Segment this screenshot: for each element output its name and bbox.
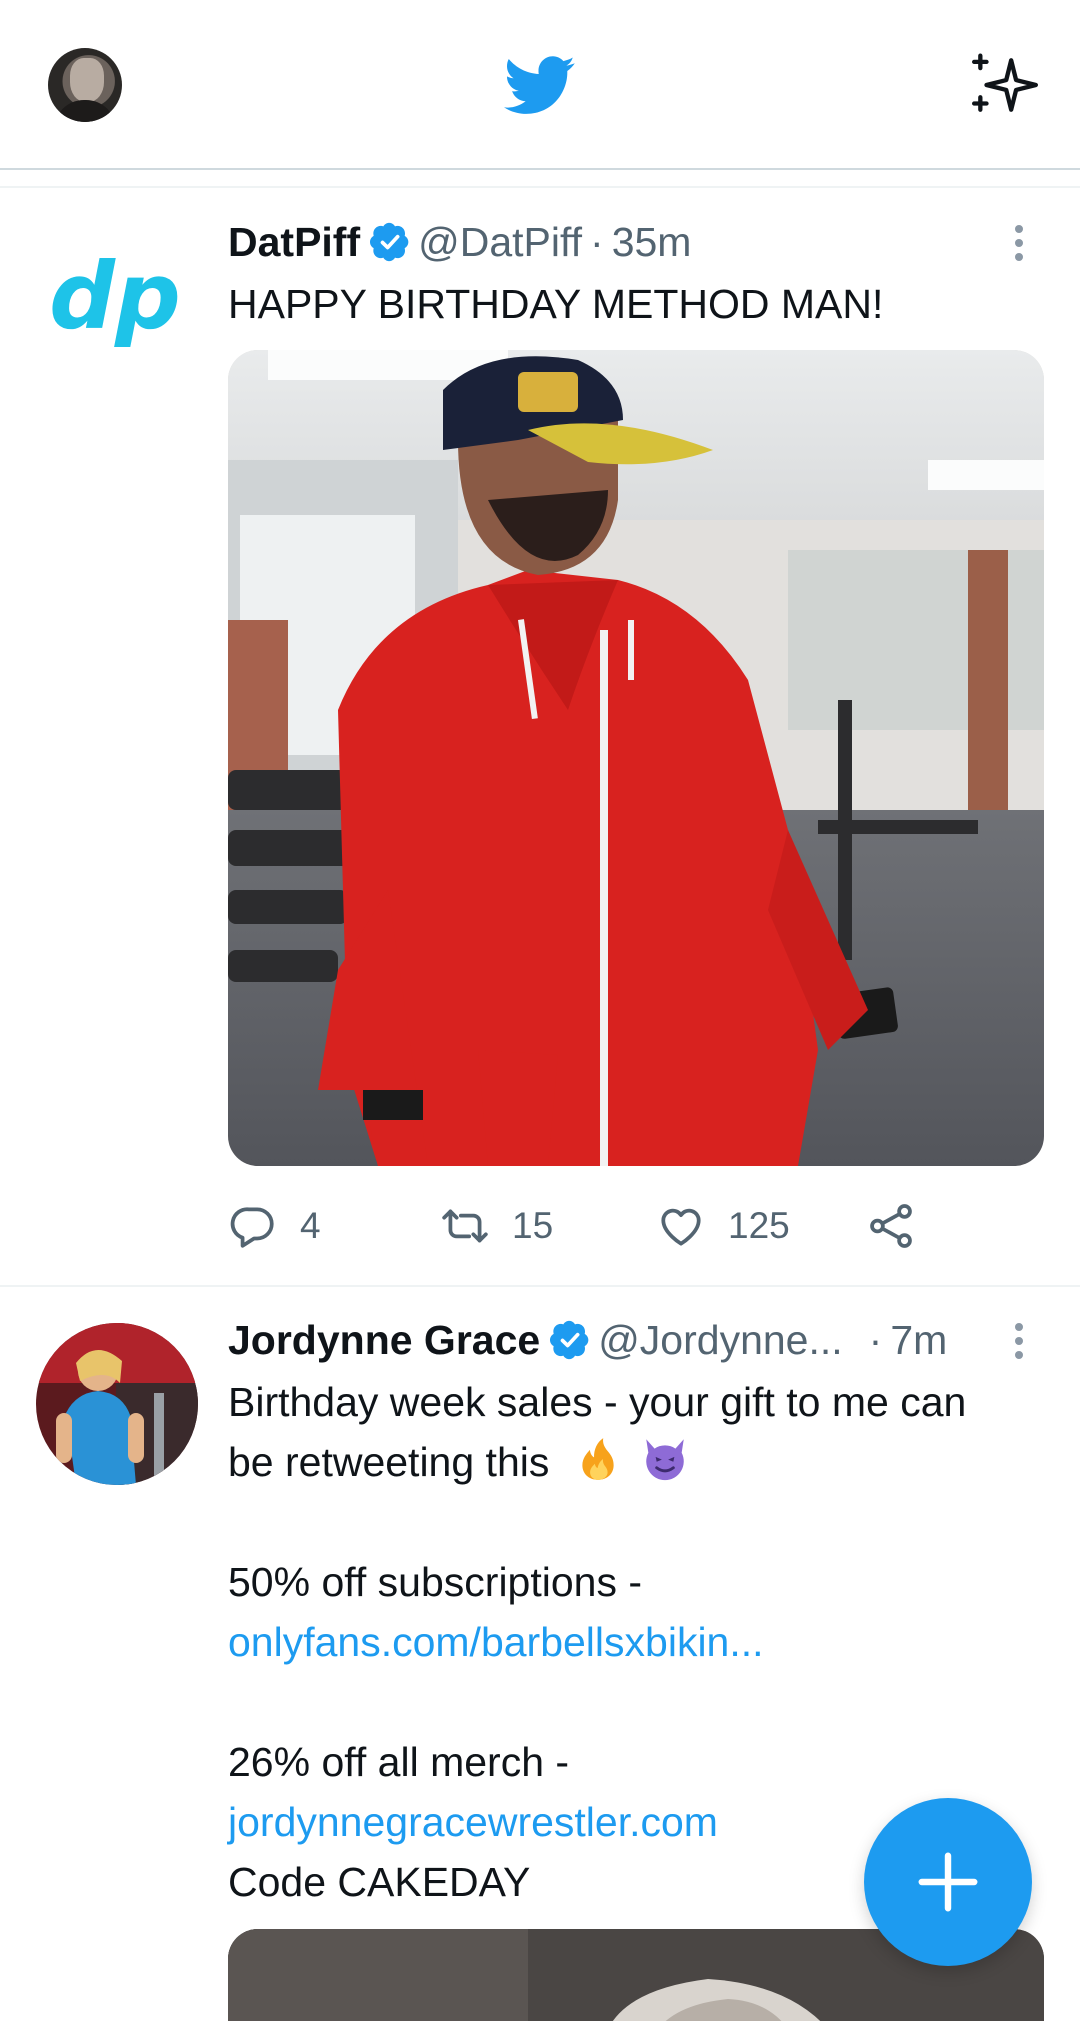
verified-badge-icon (550, 1320, 589, 1360)
reply-count: 4 (300, 1205, 321, 1246)
like-count: 125 (728, 1205, 790, 1246)
compose-tweet-button[interactable] (864, 1798, 1032, 1966)
share-button[interactable] (866, 1198, 938, 1254)
tweet-line: 26% off all merch - (228, 1739, 570, 1785)
top-app-bar (0, 0, 1080, 170)
avatar-shirt (54, 100, 116, 122)
verified-badge-icon (370, 222, 409, 262)
sparkle-icon[interactable] (968, 48, 1042, 122)
retweet-count: 15 (512, 1205, 554, 1246)
tweet-actions: 4 15 125 (228, 1198, 988, 1254)
tweet-text: HAPPY BIRTHDAY METHOD MAN! (228, 281, 884, 327)
tweet-line: Code CAKEDAY (228, 1859, 531, 1905)
tweet-line-with-emoji: be retweeting this (228, 1432, 966, 1492)
twitter-bird-icon[interactable] (504, 54, 576, 118)
like-button[interactable]: 125 (656, 1198, 790, 1254)
merch-link[interactable]: jordynnegracewrestler.com (228, 1792, 966, 1852)
datpiff-avatar[interactable]: dp (40, 220, 190, 370)
share-icon (870, 1204, 912, 1248)
topbar-divider (0, 168, 1080, 170)
retweet-icon (442, 1209, 488, 1243)
heart-icon (661, 1208, 701, 1246)
author-name[interactable]: Jordynne Grace (228, 1317, 540, 1364)
tweet-line: Birthday week sales - your gift to me ca… (228, 1379, 967, 1425)
devil-emoji-icon (646, 1439, 684, 1481)
separator-dot: · (868, 1316, 883, 1363)
reply-button[interactable]: 4 (228, 1198, 321, 1254)
tweet-line: be retweeting this (228, 1439, 550, 1485)
separator-dot: · (590, 218, 604, 265)
svg-text:dp: dp (49, 243, 181, 350)
more-options-icon[interactable] (1009, 222, 1029, 262)
jordynne-avatar[interactable] (36, 1323, 198, 1485)
tweet-time[interactable]: 7m (890, 1317, 947, 1364)
fire-emoji-icon (582, 1438, 614, 1480)
retweet-button[interactable]: 15 (440, 1198, 553, 1254)
tweet-photo[interactable] (228, 350, 1044, 1166)
gym-photo-image (228, 350, 1044, 1166)
tweet-time[interactable]: 35m (612, 219, 692, 266)
more-options-icon[interactable] (1009, 1320, 1029, 1360)
author-handle[interactable]: @Jordynne... (598, 1317, 842, 1364)
plus-icon (918, 1852, 978, 1912)
avatar-face (70, 58, 104, 102)
tweet-header: Jordynne Grace @Jordynne... · 7m (228, 1312, 947, 1368)
tweet-divider (0, 1285, 1080, 1287)
timeline-top-divider (0, 186, 1080, 188)
tweet-text: Birthday week sales - your gift to me ca… (228, 1372, 966, 1912)
reply-icon (230, 1207, 274, 1248)
onlyfans-link[interactable]: onlyfans.com/barbellsxbikin... (228, 1612, 966, 1672)
datpiff-logo-icon: dp (49, 243, 181, 350)
profile-avatar[interactable] (48, 48, 122, 122)
tweet-header: DatPiff @DatPiff · 35m (228, 214, 691, 270)
author-name[interactable]: DatPiff (228, 219, 360, 266)
author-handle[interactable]: @DatPiff (418, 219, 582, 266)
jordynne-avatar-image (36, 1323, 198, 1485)
tweet-line: 50% off subscriptions - (228, 1559, 643, 1605)
